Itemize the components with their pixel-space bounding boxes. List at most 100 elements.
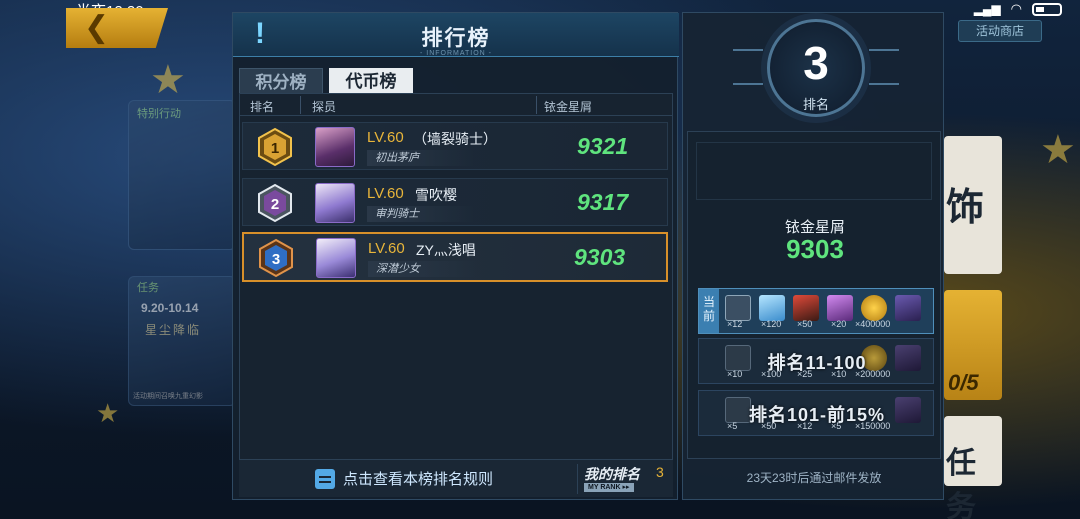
player-score: 9303 (574, 244, 626, 270)
ticket-icon[interactable] (827, 295, 853, 321)
document-icon (315, 468, 335, 489)
gem-icon[interactable] (895, 295, 921, 321)
player-name: ZY灬浅唱 (416, 242, 476, 258)
ranking-rules-button[interactable]: 点击查看本榜排名规则 (315, 468, 493, 489)
back-button[interactable]: ❮ (66, 8, 168, 48)
reward-quantity: ×12 (727, 319, 743, 329)
decorative-line (869, 49, 899, 51)
bg-event-card-2-title: 任务 (137, 282, 159, 294)
player-level: LV.60 (368, 240, 405, 257)
rank-1-medal-icon: 1 (258, 127, 292, 167)
reward-quantity: ×20 (831, 319, 847, 329)
reward-quantity: ×120 (761, 319, 782, 329)
reward-quantity: ×100 (761, 369, 782, 379)
event-shop-button[interactable]: 活动商店 (958, 20, 1042, 42)
player-title: 审判骑士 (367, 206, 475, 222)
reward-quantity: ×5 (727, 421, 738, 431)
coin-icon[interactable] (861, 295, 887, 321)
crystal-icon[interactable] (759, 295, 785, 321)
reward-quantity: ×50 (797, 319, 813, 329)
player-name: 雪吹樱 (415, 187, 457, 203)
back-arrow-icon: ❮ (84, 11, 110, 44)
reward-tier-101-15pct[interactable]: 排名101-前15% ×5 ×50 ×12 ×5 ×150000 (698, 390, 934, 436)
wifi-icon: ◠ (1010, 1, 1022, 16)
bg-right-card: 饰 (944, 136, 1002, 274)
table-header: 排名 探员 铱金星屑 (240, 94, 672, 116)
player-score: 9317 (577, 189, 629, 215)
column-divider (300, 96, 301, 114)
ranking-table: 排名 探员 铱金星屑 1 LV.60 （墙裂骑士） 初出茅庐 9321 2 LV… (239, 93, 673, 463)
player-title: 初出茅庐 (367, 150, 475, 166)
avatar[interactable] (315, 127, 355, 167)
decorative-line (733, 49, 763, 51)
avatar[interactable] (315, 183, 355, 223)
decorative-line (733, 83, 763, 85)
bg-right-progress: 0/5 (948, 370, 979, 395)
rank-3-medal-icon: 3 (259, 238, 293, 278)
column-header-rank: 排名 (250, 100, 275, 114)
leaderboard-panel: ! 排行榜 - INFORMATION - 积分榜 代币榜 排名 探员 铱金星屑… (232, 12, 679, 500)
reward-quantity: ×400000 (855, 319, 891, 329)
bg-event-card-title: 特别行动 (137, 108, 181, 120)
status-icons: ▂▄▆ ◠ (974, 1, 1062, 17)
orb-icon[interactable] (793, 295, 819, 321)
column-divider (536, 96, 537, 114)
player-level: LV.60 (367, 129, 404, 146)
rank-number: 2 (271, 196, 279, 213)
rank-number: 1 (271, 140, 279, 157)
reward-item-icon[interactable] (725, 295, 751, 321)
player-name: （墙裂骑士） (413, 131, 497, 147)
reward-box: 铱金星屑 9303 当前 ×12 ×120 ×50 ×20 ×400000 排名… (687, 131, 941, 459)
my-rank-box: 我的排名 3 MY RANK ▸▸ (577, 464, 673, 494)
decorative-line (869, 83, 899, 85)
my-rank-value: 3 (656, 464, 664, 480)
reward-quantity: ×10 (831, 369, 847, 379)
reward-quantity: ×25 (797, 369, 813, 379)
tab-token-board[interactable]: 代币榜 (329, 68, 413, 96)
player-score: 9321 (577, 133, 629, 159)
leaderboard-header: ! 排行榜 - INFORMATION - (233, 13, 679, 57)
table-row[interactable]: 2 LV.60 雪吹樱 审判骑士 9317 (242, 178, 668, 226)
rewards-panel: 3 排名 铱金星屑 9303 当前 ×12 ×120 ×50 ×20 ×4000… (682, 12, 944, 500)
reward-tier-11-100[interactable]: 排名11-100 ×10 ×100 ×25 ×10 ×200000 (698, 338, 934, 384)
my-rank-number: 3 (803, 37, 829, 89)
column-header-score: 铱金星屑 (544, 100, 593, 114)
tab-points-board[interactable]: 积分榜 (239, 68, 323, 96)
rank-number: 3 (272, 251, 280, 268)
current-tier-tag: 当前 (699, 289, 719, 333)
bg-right-card-text: 饰 (946, 187, 985, 229)
reward-quantity: ×10 (727, 369, 743, 379)
leaderboard-subtitle: - INFORMATION - (419, 50, 493, 57)
column-header-member: 探员 (312, 100, 337, 114)
rank-2-medal-icon: 2 (258, 183, 292, 223)
bg-event-card: 特别行动 (128, 100, 236, 250)
reward-quantity: ×12 (797, 421, 813, 431)
reward-quantity: ×150000 (855, 421, 891, 431)
bg-event-card-2-name: 星尘降临 (145, 323, 202, 337)
bg-event-card-2-note: 活动期间召唤九重幻影 (133, 393, 203, 400)
reward-quantity: ×200000 (855, 369, 891, 379)
reward-quantity: ×5 (831, 421, 842, 431)
reward-tier-current[interactable]: 当前 ×12 ×120 ×50 ×20 ×400000 (698, 288, 934, 334)
player-title: 深潜少女 (368, 261, 476, 277)
bg-event-card-2-dates: 9.20-10.14 (141, 301, 199, 315)
signal-icon: ▂▄▆ (973, 2, 1001, 16)
reward-quantity: ×50 (761, 421, 777, 431)
ranking-rules-label: 点击查看本榜排名规则 (343, 471, 494, 488)
mail-dispatch-note: 23天23时后通过邮件发放 (746, 471, 882, 485)
avatar[interactable] (316, 238, 356, 278)
table-footer: 点击查看本榜排名规则 我的排名 3 MY RANK ▸▸ (239, 459, 673, 497)
bg-right-progress-card: 0/5 (944, 290, 1002, 400)
my-rank-button[interactable]: MY RANK ▸▸ (584, 483, 634, 492)
reward-slot-area (696, 142, 932, 200)
table-row[interactable]: 1 LV.60 （墙裂骑士） 初出茅庐 9321 (242, 122, 668, 170)
table-row-my-rank[interactable]: 3 LV.60 ZY灬浅唱 深潜少女 9303 (242, 232, 668, 282)
my-rank-label: 我的排名 (584, 466, 640, 482)
battery-icon (1032, 2, 1062, 16)
my-rank-badge: 3 排名 (767, 19, 865, 117)
bg-right-task-card: 任务 (944, 416, 1002, 519)
my-rank-caption: 排名 (802, 97, 829, 112)
bg-right-task-text: 任务 (946, 447, 976, 519)
leaderboard-title: 排行榜 (421, 27, 491, 50)
bg-event-card-2: 任务 9.20-10.14 星尘降临 活动期间召唤九重幻影 (128, 276, 236, 406)
